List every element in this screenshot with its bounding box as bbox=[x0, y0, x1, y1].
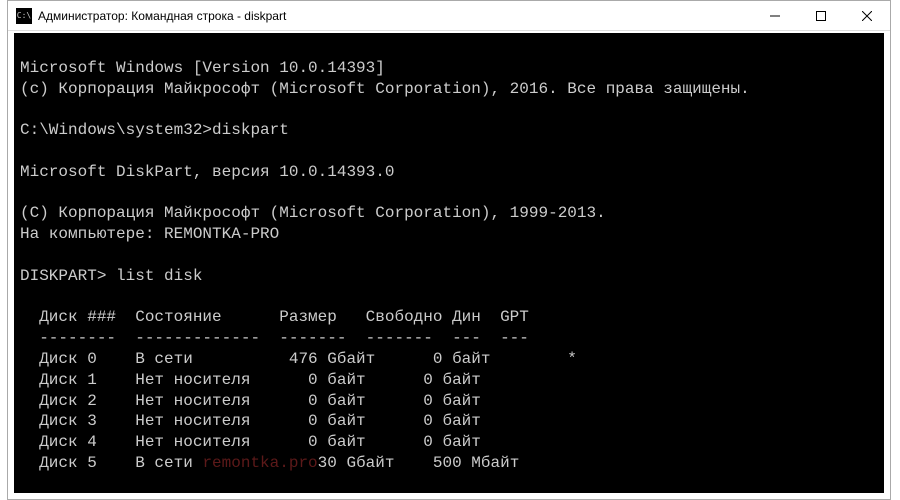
minimize-button[interactable] bbox=[752, 1, 798, 30]
titlebar[interactable]: C:\ Администратор: Командная строка - di… bbox=[8, 1, 890, 31]
command-prompt-window: C:\ Администратор: Командная строка - di… bbox=[7, 0, 891, 500]
minimize-icon bbox=[770, 11, 780, 21]
console-output[interactable]: Microsoft Windows [Version 10.0.14393] (… bbox=[8, 31, 890, 499]
cmd-icon: C:\ bbox=[16, 8, 32, 24]
table-row: Диск 5 В сети remontka.pro30 Gбайт 500 М… bbox=[20, 454, 519, 472]
close-icon bbox=[862, 11, 872, 21]
table-row: Диск 0 В сети 476 Gбайт 0 байт * bbox=[20, 350, 577, 368]
console-line: (c) Корпорация Майкрософт (Microsoft Cor… bbox=[20, 80, 750, 98]
console-line: DISKPART> list disk bbox=[20, 267, 202, 285]
table-row: Диск 3 Нет носителя 0 байт 0 байт bbox=[20, 412, 481, 430]
table-divider-row: -------- ------------- ------- ------- -… bbox=[20, 329, 529, 347]
table-row: Диск 4 Нет носителя 0 байт 0 байт bbox=[20, 433, 481, 451]
close-button[interactable] bbox=[844, 1, 890, 30]
console-line: C:\Windows\system32>diskpart bbox=[20, 121, 289, 139]
watermark-text: remontka.pro bbox=[202, 454, 317, 472]
console-line: На компьютере: REMONTKA-PRO bbox=[20, 225, 279, 243]
console-line: (C) Корпорация Майкрософт (Microsoft Cor… bbox=[20, 204, 606, 222]
maximize-button[interactable] bbox=[798, 1, 844, 30]
maximize-icon bbox=[816, 11, 826, 21]
table-row: Диск 2 Нет носителя 0 байт 0 байт bbox=[20, 392, 481, 410]
console-line: Microsoft DiskPart, версия 10.0.14393.0 bbox=[20, 163, 394, 181]
table-row: Диск 1 Нет носителя 0 байт 0 байт bbox=[20, 371, 481, 389]
console-line: Microsoft Windows [Version 10.0.14393] bbox=[20, 59, 385, 77]
table-header-row: Диск ### Состояние Размер Свободно Дин G… bbox=[20, 308, 529, 326]
window-title: Администратор: Командная строка - diskpa… bbox=[38, 9, 752, 23]
window-controls bbox=[752, 1, 890, 30]
